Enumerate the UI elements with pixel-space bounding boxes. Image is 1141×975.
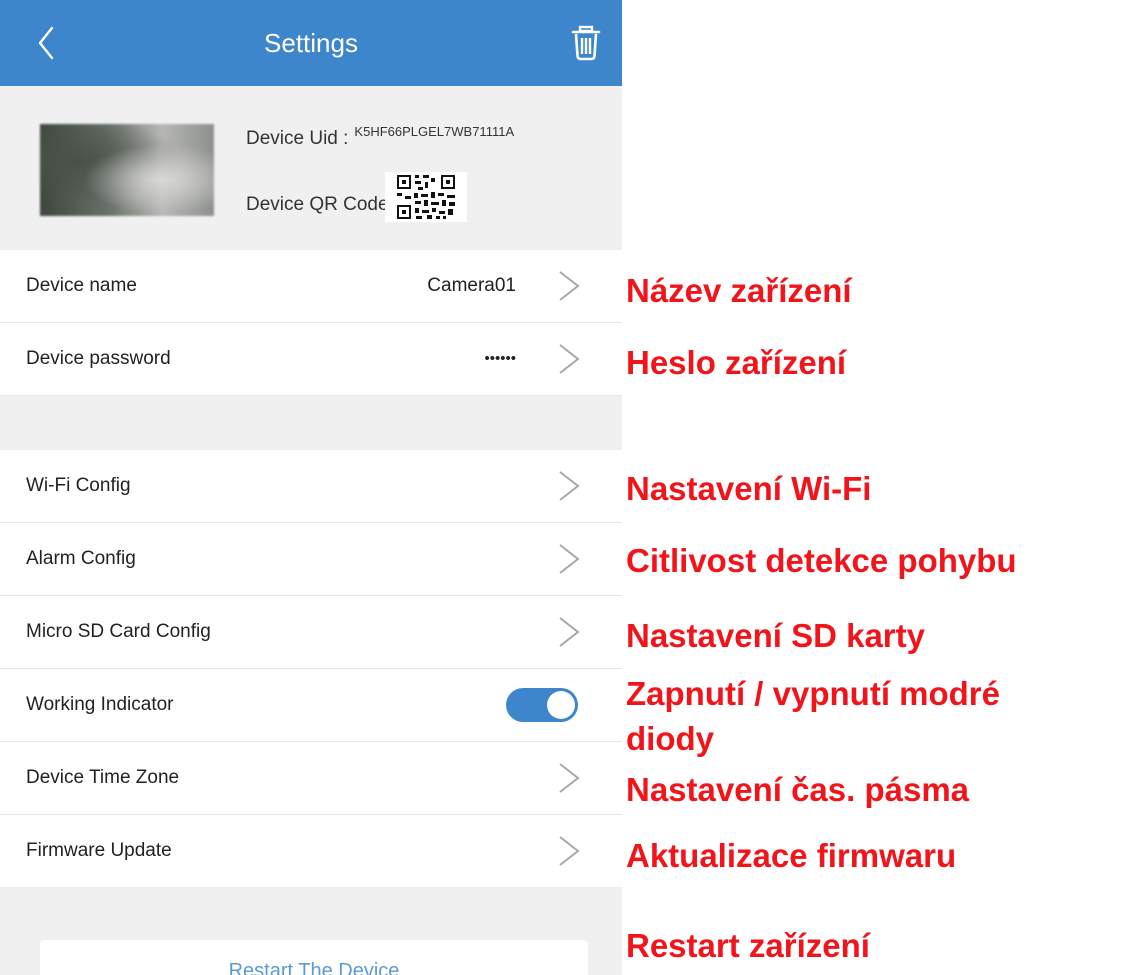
qr-code-graphic xyxy=(397,175,455,219)
delete-device-button[interactable] xyxy=(566,22,606,64)
device-thumbnail[interactable] xyxy=(40,124,214,216)
app-header: Settings xyxy=(0,0,622,86)
working-indicator-label: Working Indicator xyxy=(26,694,174,715)
alarm-config-label: Alarm Config xyxy=(26,548,136,569)
device-name-label: Device name xyxy=(26,275,137,296)
working-indicator-toggle[interactable] xyxy=(506,688,578,722)
annotation-sd-card: Nastavení SD karty xyxy=(626,617,925,654)
restart-device-label: Restart The Device xyxy=(228,960,400,975)
device-uid: Device Uid : K5HF66PLGEL7WB71111A xyxy=(246,124,514,150)
time-zone-row[interactable]: Device Time Zone xyxy=(0,742,622,815)
device-uid-label: Device Uid : xyxy=(246,128,349,149)
time-zone-label: Device Time Zone xyxy=(26,767,180,788)
chevron-right-icon xyxy=(559,617,580,647)
annotation-wifi: Nastavení Wi-Fi xyxy=(626,470,872,507)
device-uid-value: K5HF66PLGEL7WB71111A xyxy=(354,124,515,139)
device-password-row[interactable]: Device password •••••• xyxy=(0,323,622,396)
device-password-value: •••••• xyxy=(484,350,516,367)
firmware-update-row[interactable]: Firmware Update xyxy=(0,815,622,887)
chevron-right-icon xyxy=(559,836,580,866)
alarm-config-row[interactable]: Alarm Config xyxy=(0,523,622,596)
device-name-value: Camera01 xyxy=(427,275,516,296)
annotation-firmware: Aktualizace firmwaru xyxy=(626,837,957,874)
chevron-right-icon xyxy=(559,544,580,574)
toggle-knob xyxy=(547,691,575,719)
restart-device-button[interactable]: Restart The Device xyxy=(40,940,588,975)
device-password-label: Device password xyxy=(26,348,171,369)
annotation-indicator-line1: Zapnutí / vypnutí modré xyxy=(626,675,1001,712)
page-title: Settings xyxy=(264,28,358,58)
annotation-device-name: Název zařízení xyxy=(626,272,852,309)
chevron-right-icon xyxy=(559,344,580,374)
annotation-alarm: Citlivost detekce pohybu xyxy=(626,542,1017,579)
chevron-right-icon xyxy=(559,271,580,301)
device-info-card: Device Uid : K5HF66PLGEL7WB71111A Device … xyxy=(0,86,622,250)
annotation-time-zone: Nastavení čas. pásma xyxy=(626,771,970,808)
wifi-config-row[interactable]: Wi-Fi Config xyxy=(0,450,622,523)
annotation-device-password: Heslo zařízení xyxy=(626,344,847,381)
sd-card-config-label: Micro SD Card Config xyxy=(26,621,211,642)
chevron-right-icon xyxy=(559,763,580,793)
device-qr: Device QR Code: xyxy=(246,172,536,232)
settings-screen: Settings Device Uid : K5HF66PLGEL7WB71111… xyxy=(0,0,622,975)
device-qr-label: Device QR Code: xyxy=(246,194,394,215)
chevron-right-icon xyxy=(559,471,580,501)
annotation-restart: Restart zařízení xyxy=(626,927,870,964)
annotation-indicator-line2: diody xyxy=(626,720,714,757)
trash-icon xyxy=(571,25,601,61)
firmware-update-label: Firmware Update xyxy=(26,840,172,861)
qr-code-image[interactable] xyxy=(385,172,467,222)
device-name-row[interactable]: Device name Camera01 xyxy=(0,250,622,323)
working-indicator-row: Working Indicator xyxy=(0,669,622,742)
sd-card-config-row[interactable]: Micro SD Card Config xyxy=(0,596,622,669)
wifi-config-label: Wi-Fi Config xyxy=(26,475,131,496)
